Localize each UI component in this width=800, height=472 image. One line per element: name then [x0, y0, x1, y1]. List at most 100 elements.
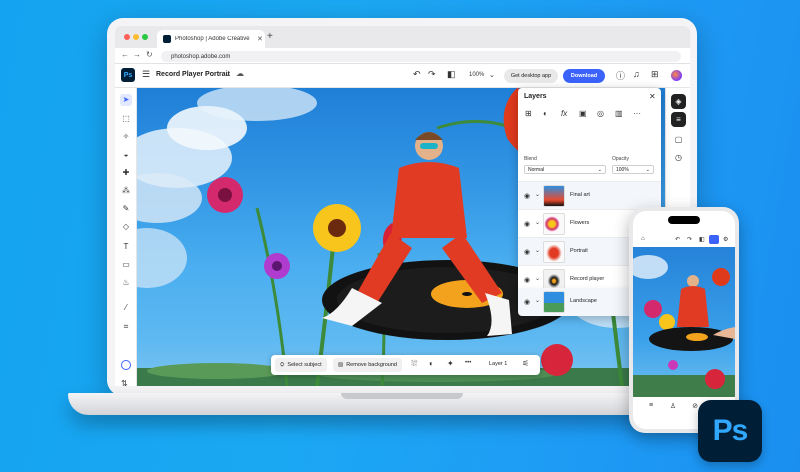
- url-field[interactable]: photoshop.adobe.com: [161, 51, 681, 62]
- phone-screen: ⌂ ↶ ↷ ◧ ⚙ ≡ ♙ ⊘: [633, 211, 735, 429]
- browser-tab-bar: Photoshop | Adobe Creative ✕ +: [115, 26, 690, 48]
- reload-icon[interactable]: ↻: [146, 50, 153, 59]
- blend-mode-select[interactable]: Normal ⌄: [524, 165, 606, 174]
- generative-fill-icon[interactable]: ⛆: [411, 359, 417, 369]
- apps-icon[interactable]: ⊞: [651, 69, 659, 80]
- type-tool-icon[interactable]: T: [120, 241, 132, 253]
- paint-bucket-icon[interactable]: ♨: [120, 277, 132, 289]
- swap-colors-icon[interactable]: ⇅: [121, 379, 128, 386]
- brush-icon[interactable]: ✎: [120, 203, 132, 215]
- adjustments-icon[interactable]: ≡: [671, 112, 686, 127]
- add-layer-icon[interactable]: ⊞: [525, 109, 532, 118]
- chevron-down-icon[interactable]: ⌄: [535, 219, 540, 226]
- tools-panel: ➤ ⬚ ✧ ◒ ✚ ⁂ ✎ ◇ T ▭ ♨ ⁄ ⌗ ⇅: [115, 88, 137, 386]
- shape-tool-icon[interactable]: ▭: [120, 259, 132, 271]
- download-button[interactable]: Download: [563, 69, 605, 83]
- effects-icon[interactable]: fx: [561, 109, 567, 118]
- foreground-color-ring[interactable]: [121, 360, 131, 370]
- more-options-icon[interactable]: ···: [633, 109, 641, 118]
- avatar[interactable]: [671, 70, 682, 81]
- mask-icon[interactable]: ▣: [579, 109, 587, 118]
- download-icon[interactable]: [709, 235, 719, 244]
- browser-tab[interactable]: Photoshop | Adobe Creative ✕: [157, 30, 265, 48]
- layer-thumbnail: [543, 185, 565, 207]
- forward-arrow-icon[interactable]: →: [133, 50, 141, 59]
- zoom-level[interactable]: 100%: [469, 72, 484, 78]
- layer-name-label[interactable]: Layer 1: [489, 361, 507, 367]
- settings-icon[interactable]: ⚙: [723, 236, 728, 243]
- maximize-window-button[interactable]: [142, 34, 148, 40]
- undo-icon[interactable]: ↶: [675, 236, 680, 243]
- layer-name: Record player: [570, 276, 605, 282]
- cloud-icon: ☁: [236, 69, 244, 78]
- brush-edit-icon[interactable]: ◒: [120, 149, 132, 161]
- phone-toolbar: ⌂ ↶ ↷ ◧ ⚙: [633, 233, 735, 247]
- dynamic-island: [668, 216, 700, 224]
- minimize-window-button[interactable]: [133, 34, 139, 40]
- eyedropper-icon[interactable]: ⁄: [120, 302, 132, 314]
- delete-icon[interactable]: ▥: [615, 109, 623, 118]
- app-bar: Ps ☰ Record Player Portrait ⌄ ☁ ↶ ↷ ◧ 10…: [115, 64, 690, 88]
- photoshop-app-icon-label: Ps: [712, 414, 749, 447]
- select-subject-label: Select subject: [287, 362, 322, 368]
- chevron-down-icon[interactable]: ⌄: [225, 70, 231, 78]
- chevron-down-icon: ⌄: [597, 166, 602, 173]
- chevron-down-icon[interactable]: ⌄: [535, 297, 540, 304]
- remove-background-button[interactable]: ▨ Remove background: [333, 358, 402, 372]
- clone-stamp-icon[interactable]: ⁂: [120, 185, 132, 197]
- photoshop-app-icon: Ps: [698, 400, 762, 462]
- remove-background-label: Remove background: [346, 362, 397, 368]
- home-icon[interactable]: ⌂: [641, 236, 645, 242]
- adjust-icon[interactable]: ◐: [429, 359, 434, 368]
- opacity-select[interactable]: 100% ⌄: [612, 165, 654, 174]
- history-icon[interactable]: ◷: [671, 150, 686, 165]
- quick-select-icon[interactable]: ✧: [120, 131, 132, 143]
- visibility-eye-icon[interactable]: ◉: [524, 276, 530, 284]
- compare-icon[interactable]: ◧: [447, 69, 456, 80]
- select-tool-icon[interactable]: ⬚: [120, 113, 132, 125]
- layer-row-final-art[interactable]: ◉ ⌄ Final art: [518, 181, 661, 209]
- zoom-chevron-icon[interactable]: ⌄: [489, 71, 495, 79]
- adjustment-layer-icon[interactable]: ◐: [543, 109, 548, 118]
- compare-icon[interactable]: ◧: [699, 236, 705, 243]
- visibility-eye-icon[interactable]: ◉: [524, 192, 530, 200]
- document-title[interactable]: Record Player Portrait: [156, 71, 230, 78]
- comments-icon[interactable]: ▢: [671, 132, 686, 147]
- close-window-button[interactable]: [124, 34, 130, 40]
- healing-icon[interactable]: ✚: [120, 167, 132, 179]
- blend-mode-value: Normal: [528, 166, 545, 173]
- chevron-down-icon[interactable]: ⌄: [535, 275, 540, 282]
- tab-close-icon[interactable]: ✕: [257, 35, 263, 43]
- chevron-down-icon[interactable]: ⌄: [535, 191, 540, 198]
- layer-thumbnail: [543, 241, 565, 263]
- visibility-eye-icon[interactable]: ◉: [524, 298, 530, 306]
- phone-canvas[interactable]: [633, 247, 735, 397]
- sparkle-icon[interactable]: ✦: [447, 359, 454, 368]
- redo-icon[interactable]: ↷: [687, 236, 692, 243]
- photoshop-logo[interactable]: Ps: [121, 68, 135, 82]
- tab-title: Photoshop | Adobe Creative: [175, 36, 250, 42]
- new-tab-button[interactable]: +: [267, 31, 273, 42]
- crop-icon[interactable]: ⌗: [120, 321, 132, 333]
- person-icon[interactable]: ♙: [663, 402, 683, 410]
- adjustments-icon[interactable]: ≡: [641, 402, 661, 409]
- move-tool-icon[interactable]: ➤: [120, 94, 132, 106]
- notification-bell-icon[interactable]: ♫: [633, 69, 640, 79]
- undo-icon[interactable]: ↶: [413, 69, 421, 80]
- group-icon[interactable]: ◎: [597, 109, 604, 118]
- blend-label: Blend: [524, 156, 537, 162]
- redo-icon[interactable]: ↷: [428, 69, 436, 80]
- select-subject-button[interactable]: ⛭ Select subject: [275, 358, 327, 372]
- visibility-eye-icon[interactable]: ◉: [524, 248, 530, 256]
- visibility-eye-icon[interactable]: ◉: [524, 220, 530, 228]
- eraser-icon[interactable]: ◇: [120, 221, 132, 233]
- close-icon[interactable]: ✕: [649, 92, 656, 101]
- chevron-down-icon[interactable]: ⌄: [535, 247, 540, 254]
- layers-panel-icon[interactable]: ◈: [671, 94, 686, 109]
- more-icon[interactable]: •••: [465, 360, 471, 366]
- back-arrow-icon[interactable]: ←: [121, 50, 129, 59]
- layer-properties-icon[interactable]: ⚟: [522, 359, 529, 368]
- menu-icon[interactable]: ☰: [142, 69, 150, 80]
- get-desktop-app-button[interactable]: Get desktop app: [504, 69, 558, 83]
- help-icon[interactable]: ⓘ: [616, 69, 625, 82]
